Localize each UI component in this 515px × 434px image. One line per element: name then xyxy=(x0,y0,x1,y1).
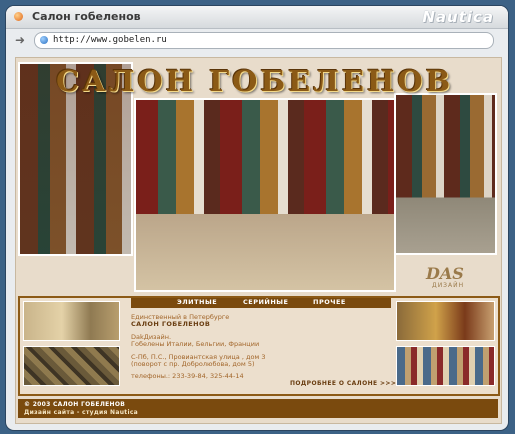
tapestry-thumbnail[interactable] xyxy=(23,301,120,341)
footer-copyright: © 2003 САЛОН ГОБЕЛЕНОВ xyxy=(24,401,126,408)
url-text: http://www.gobelen.ru xyxy=(53,35,167,45)
salon-photo-center xyxy=(134,98,396,292)
web-page: САЛОН ГОБЕЛЕНОВ DAS ДИЗАЙН ЭЛИТНЫЕ СЕРИЙ… xyxy=(15,57,502,424)
more-about-salon-link[interactable]: ПОДРОБНЕЕ О САЛОНЕ >>> xyxy=(290,380,396,387)
menu-item-elite[interactable]: ЭЛИТНЫЕ xyxy=(177,298,217,306)
info-salon-name: САЛОН ГОБЕЛЕНОВ xyxy=(131,320,211,328)
app-icon xyxy=(14,12,23,21)
info-line: Гобелены Италии, Бельгии, Франции xyxy=(131,340,260,348)
tapestry-thumbnail[interactable] xyxy=(396,346,495,386)
info-phones: телефоны.: 233-39-84, 325-44-14 xyxy=(131,372,244,380)
url-input[interactable]: http://www.gobelen.ru xyxy=(34,32,494,49)
go-arrow-icon[interactable]: ➜ xyxy=(15,33,25,47)
menu-item-other[interactable]: ПРОЧЕЕ xyxy=(313,298,346,306)
browser-brand-logo: Nautica xyxy=(422,8,494,26)
content-box: ЭЛИТНЫЕ СЕРИЙНЫЕ ПРОЧЕЕ Единственный в П… xyxy=(18,296,500,396)
title-bar: Салон гобеленов Nautica xyxy=(6,6,508,29)
browser-window: Салон гобеленов Nautica ➜ http://www.gob… xyxy=(6,6,508,430)
address-bar: ➜ http://www.gobelen.ru xyxy=(6,29,508,51)
design-logo-sub: ДИЗАЙН xyxy=(432,282,465,289)
site-logo-title: САЛОН ГОБЕЛЕНОВ xyxy=(56,64,454,98)
menu-item-serial[interactable]: СЕРИЙНЫЕ xyxy=(243,298,288,306)
tapestry-thumbnail[interactable] xyxy=(396,301,495,341)
design-logo-mark: DAS xyxy=(426,264,464,283)
tapestry-thumbnail[interactable] xyxy=(23,346,120,386)
category-menu: ЭЛИТНЫЕ СЕРИЙНЫЕ ПРОЧЕЕ xyxy=(131,298,391,308)
info-address-note: (поворот с пр. Добролюбова, дом 5) xyxy=(131,360,255,368)
site-footer: © 2003 САЛОН ГОБЕЛЕНОВ Дизайн сайта - ст… xyxy=(18,399,498,418)
design-studio-logo[interactable]: DAS ДИЗАЙН xyxy=(426,264,472,292)
globe-icon xyxy=(40,36,48,44)
footer-credit-link[interactable]: Дизайн сайта - студия Nautica xyxy=(24,409,138,416)
salon-photo-right xyxy=(394,93,497,255)
window-title: Салон гобеленов xyxy=(32,10,141,23)
